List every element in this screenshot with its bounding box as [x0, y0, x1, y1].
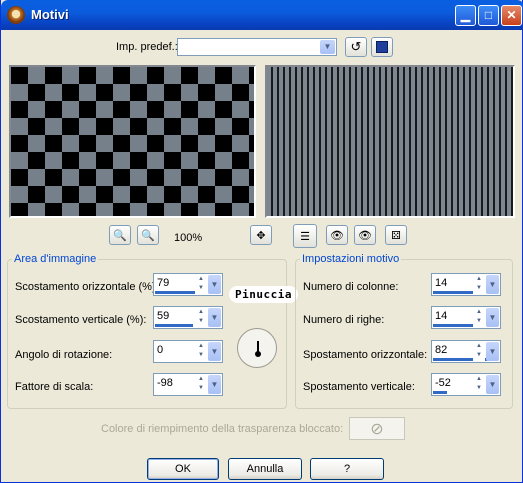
chevron-down-icon: ▼: [320, 40, 335, 54]
vertical-shift-label: Spostamento verticale:: [303, 381, 415, 393]
horizontal-offset-label: Scostamento orizzontale (%):: [15, 281, 159, 293]
auto-proof-eye-icon: 👁: [358, 229, 372, 242]
chevron-down-icon[interactable]: ▼: [208, 375, 221, 394]
chevron-down-icon[interactable]: ▼: [208, 275, 221, 294]
rows-spinner[interactable]: 14 ▲ ▼ ▼: [431, 306, 501, 329]
scale-factor-spinner[interactable]: -98 ▲ ▼ ▼: [153, 373, 223, 396]
horizontal-shift-spinner[interactable]: 82 ▲ ▼ ▼: [431, 340, 501, 363]
pan-button[interactable]: ✥: [250, 225, 272, 245]
vertical-shift-value: -52: [435, 377, 451, 389]
rows-slider[interactable]: [433, 324, 477, 327]
image-area-legend: Area d'immagine: [14, 253, 97, 265]
save-preset-button[interactable]: [371, 37, 393, 57]
preset-dropdown[interactable]: ▼: [177, 38, 337, 56]
chevron-down-icon[interactable]: ▼: [486, 342, 499, 361]
floppy-disk-icon: [376, 41, 388, 53]
reset-button[interactable]: ↺: [345, 37, 367, 57]
no-symbol-icon: ⊘: [370, 420, 384, 438]
vertical-shift-slider[interactable]: [433, 391, 447, 394]
preset-label: Imp. predef.:: [116, 41, 178, 53]
minimize-button[interactable]: ▁: [455, 5, 476, 26]
title-bar[interactable]: Motivi ▁ □ ✕: [1, 0, 523, 30]
preview-toggle-button[interactable]: ☰: [293, 224, 317, 248]
horizontal-shift-value: 82: [435, 344, 448, 356]
randomize-button[interactable]: ⚄: [385, 225, 407, 245]
scale-factor-label: Fattore di scala:: [15, 381, 94, 393]
rows-label: Numero di righe:: [303, 314, 385, 326]
cancel-button[interactable]: Annulla: [228, 458, 302, 480]
chevron-down-icon[interactable]: ▼: [208, 342, 221, 361]
chevron-down-icon[interactable]: ▼: [486, 275, 499, 294]
chevron-down-icon[interactable]: ▼: [486, 375, 499, 394]
zoom-in-button[interactable]: 🔍: [137, 225, 159, 245]
transparency-fill-swatch[interactable]: ⊘: [349, 417, 405, 440]
zoom-level: 100%: [174, 232, 203, 244]
horizontal-offset-spinner[interactable]: 79 ▲ ▼ ▼: [153, 273, 223, 296]
scale-factor-value: -98: [157, 377, 173, 389]
vertical-offset-value: 59: [157, 310, 170, 322]
help-button[interactable]: ?: [310, 458, 384, 480]
horizontal-offset-value: 79: [157, 277, 170, 289]
maximize-button[interactable]: □: [478, 5, 499, 26]
columns-value: 14: [435, 277, 448, 289]
up-down-icon[interactable]: ▲ ▼: [473, 308, 485, 327]
up-down-icon[interactable]: ▲ ▼: [195, 375, 207, 394]
horizontal-shift-label: Spostamento orizzontale:: [303, 349, 428, 361]
vertical-shift-spinner[interactable]: -52 ▲ ▼ ▼: [431, 373, 501, 396]
rotation-angle-value: 0: [157, 344, 164, 356]
chevron-down-icon[interactable]: ▼: [486, 308, 499, 327]
auto-proof-button[interactable]: 👁: [354, 225, 376, 245]
up-down-icon[interactable]: ▲ ▼: [195, 308, 207, 327]
dial-hand: [255, 341, 261, 357]
watermark-label: Pinuccia: [229, 286, 298, 303]
window-title: Motivi: [31, 7, 69, 22]
dice-icon: ⚄: [391, 229, 401, 242]
up-down-icon[interactable]: ▲ ▼: [195, 275, 207, 294]
rows-value: 14: [435, 310, 448, 322]
proof-button[interactable]: 👁: [326, 225, 348, 245]
original-preview[interactable]: [9, 65, 256, 218]
vertical-offset-slider[interactable]: [155, 324, 193, 327]
up-down-icon[interactable]: ▲ ▼: [473, 275, 485, 294]
transparency-fill-label: Colore di riempimento della trasparenza …: [101, 423, 344, 435]
close-button[interactable]: ✕: [501, 5, 522, 26]
app-icon: [7, 6, 25, 24]
vertical-offset-label: Scostamento verticale (%):: [15, 314, 147, 326]
pattern-settings-legend: Impostazioni motivo: [302, 253, 400, 265]
columns-slider[interactable]: [433, 291, 477, 294]
columns-label: Numero di colonne:: [303, 281, 399, 293]
magnifier-plus-icon: 🔍: [141, 229, 155, 242]
result-preview: [265, 65, 515, 218]
up-down-icon[interactable]: ▲ ▼: [195, 342, 207, 361]
up-down-icon[interactable]: ▲ ▼: [473, 342, 485, 361]
move-arrows-icon: ✥: [256, 229, 266, 242]
reset-arrow-icon: ↺: [350, 39, 362, 54]
dialog-window: Motivi ▁ □ ✕ Imp. predef.: ▼ ↺ 🔍 🔍 100% …: [0, 0, 523, 483]
columns-spinner[interactable]: 14 ▲ ▼ ▼: [431, 273, 501, 296]
zoom-out-button[interactable]: 🔍: [109, 225, 131, 245]
up-down-icon[interactable]: ▲ ▼: [473, 375, 485, 394]
rotation-angle-spinner[interactable]: 0 ▲ ▼ ▼: [153, 340, 223, 363]
rotation-dial[interactable]: [237, 328, 277, 368]
chevron-down-icon[interactable]: ▼: [208, 308, 221, 327]
ok-button[interactable]: OK: [147, 458, 219, 480]
proof-eye-icon: 👁: [330, 229, 344, 242]
magnifier-minus-icon: 🔍: [113, 229, 127, 242]
vertical-offset-spinner[interactable]: 59 ▲ ▼ ▼: [153, 306, 223, 329]
rotation-angle-label: Angolo di rotazione:: [15, 349, 113, 361]
list-preview-icon: ☰: [300, 230, 310, 243]
